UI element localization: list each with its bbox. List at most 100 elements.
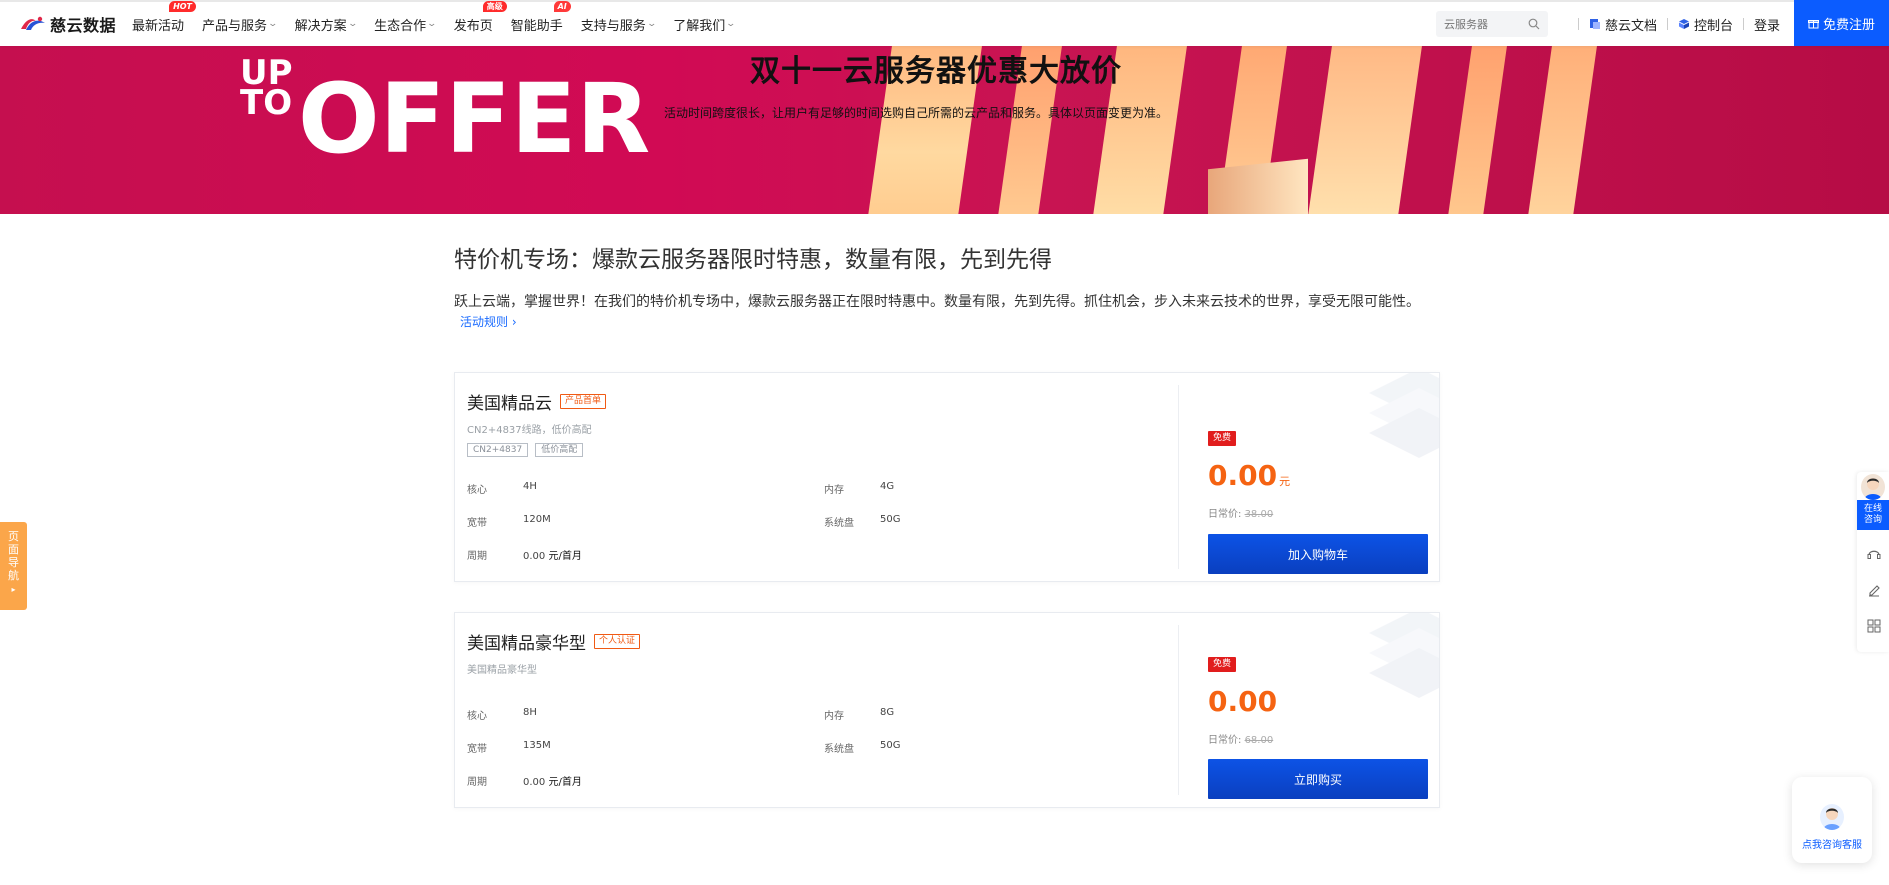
premium-badge: 高级 [482,0,507,12]
product-pricing: 免费 0.00 元 日常价: 38.00 加入购物车 [1179,373,1439,581]
free-badge: 免费 [1208,431,1237,446]
chevron-down-icon: ⌄ [725,19,737,29]
search-input[interactable] [1443,17,1520,31]
banner-stripe [1305,46,1425,214]
nav-label: 解决方案 [294,18,347,34]
spec-label-cpu: 核心 [467,485,487,496]
spec-value-period: 0.00 元/首月 [523,773,582,788]
nav-label: 支持与服务 [580,18,646,34]
nav-solutions[interactable]: 解决方案 ⌄ [294,15,358,34]
art-offer: OFFER [298,63,650,172]
original-price: 日常价: 38.00 [1208,505,1273,520]
document-icon [1589,19,1600,29]
spec-label-disk: 系统盘 [824,518,854,529]
search-icon[interactable] [1528,18,1540,30]
price-value: 0.00 [1208,685,1278,718]
banner-subtitle: 活动时间跨度很长，让用户有足够的时间选购自己所需的云产品和服务。具体以页面变更为… [664,106,1169,120]
product-pricing: 免费 0.00 日常价: 68.00 立即购买 [1179,613,1439,807]
docs-link[interactable]: 慈云文档 [1589,15,1657,34]
price-unit: 元 [1279,475,1291,488]
page-nav-label: 页面导航 [8,530,19,582]
product-name-row: 美国精品豪华型 个人认证 [467,629,641,654]
chat-label: 点我咨询客服 [1802,840,1862,851]
cube-icon [1678,19,1689,29]
free-badge: 免费 [1208,657,1237,672]
spec-label-period: 周期 [467,551,487,562]
add-to-cart-button[interactable]: 加入购物车 [1208,534,1428,574]
promo-banner: UP TO OFFER 双十一云服务器优惠大放价 活动时间跨度很长，让用户有足够… [0,46,1889,214]
price-value: 0.00 [1208,459,1278,492]
section-desc-text: 跃上云端，掌握世界！在我们的特价机专场中，爆款云服务器正在限时特惠中。数量有限，… [454,294,1420,310]
section-title: 特价机专场：爆款云服务器限时特惠，数量有限，先到先得 [454,247,1052,273]
price: 0.00 元 [1208,459,1290,492]
product-chips: CN2+4837 低价高配 [467,443,584,457]
nav-label: 最新活动 [132,18,185,34]
spec-label-memory: 内存 [824,485,844,496]
chevron-down-icon: ⌄ [267,19,279,29]
product-info: 美国精品云 产品首单 CN2+4837线路，低价高配 CN2+4837 低价高配… [455,373,1179,581]
spec-label-bandwidth: 宽带 [467,518,487,529]
logo-text: 慈云数据 [50,16,117,35]
nav-support[interactable]: 支持与服务 ⌄ [580,15,657,34]
logo[interactable]: 慈云数据 [20,12,116,36]
chevron-down-icon: ⌄ [347,19,358,29]
support-avatar[interactable] [1861,474,1885,500]
banner-title: 双十一云服务器优惠大放价 [750,54,1122,89]
price: 0.00 [1208,685,1277,718]
banner-stripe [1445,46,1510,214]
nav-release-page[interactable]: 发布页 高级 [453,0,507,34]
gift-icon [1807,19,1819,28]
agent-avatar-icon [1820,804,1844,830]
section-description: 跃上云端，掌握世界！在我们的特价机专场中，爆款云服务器正在限时特惠中。数量有限，… [454,292,1434,332]
spec-label-disk: 系统盘 [824,744,854,755]
grid-apps-icon[interactable] [1867,619,1881,633]
spec-label-memory: 内存 [824,711,844,722]
divider [1742,18,1744,30]
product-card: 美国精品豪华型 个人认证 美国精品豪华型 核心 8H 内存 8G 宽带 135M… [454,612,1440,808]
period-unit: 元/首月 [548,551,582,562]
nav-latest-activity[interactable]: 最新活动 HOT [132,0,197,34]
consult-line: 在线 [1863,504,1882,514]
buy-now-button[interactable]: 立即购买 [1208,759,1428,799]
header-right: 慈云文档 控制台 登录 免费注册 [1435,0,1889,46]
edit-icon[interactable] [1867,583,1881,597]
page-navigation-tab[interactable]: 页面导航 ▸ [0,522,27,610]
spec-value-cpu: 8H [523,707,537,718]
banner-stripe [1525,46,1600,214]
register-label: 免费注册 [1822,17,1875,33]
nav-ai-assistant[interactable]: 智能助手 AI [511,0,571,34]
search-box[interactable] [1435,11,1548,37]
nav-products[interactable]: 产品与服务 ⌄ [202,15,279,34]
feature-chip: CN2+4837 [467,443,529,457]
nav-ecosystem[interactable]: 生态合作 ⌄ [374,15,437,34]
console-label: 控制台 [1693,18,1733,34]
headset-icon[interactable] [1867,547,1881,561]
product-tag: 产品首单 [560,394,607,409]
person-icon [1864,478,1882,500]
offer-art: UP TO OFFER [240,53,650,172]
product-subtitle: CN2+4837线路，低价高配 [467,425,592,436]
product-info: 美国精品豪华型 个人认证 美国精品豪华型 核心 8H 内存 8G 宽带 135M… [455,613,1179,807]
ai-badge: AI [553,0,571,12]
spec-value-memory: 8G [880,707,895,718]
online-consult-button[interactable]: 在线 咨询 [1857,500,1889,530]
login-link[interactable]: 登录 [1754,15,1780,34]
console-link[interactable]: 控制台 [1678,15,1733,34]
nav-label: 发布页 [453,18,493,34]
spec-value-bandwidth: 120M [523,514,551,525]
activity-rules-link[interactable]: 活动规则 › [460,315,517,329]
nav-label: 了解我们 [673,18,726,34]
product-name-row: 美国精品云 产品首单 [467,389,607,414]
nav-about[interactable]: 了解我们 ⌄ [673,15,737,34]
product-subtitle: 美国精品豪华型 [467,665,537,676]
spec-value-memory: 4G [880,481,895,492]
register-button[interactable]: 免费注册 [1794,0,1889,46]
spec-label-cpu: 核心 [467,711,487,722]
nav-label: 产品与服务 [202,18,268,34]
customer-service-widget[interactable]: 点我咨询客服 [1792,777,1872,863]
decorative-shape [1369,613,1439,698]
spec-value-bandwidth: 135M [523,740,551,751]
original-price-value: 68.00 [1244,735,1274,746]
spec-value-cpu: 4H [523,481,537,492]
spec-label-bandwidth: 宽带 [467,744,487,755]
